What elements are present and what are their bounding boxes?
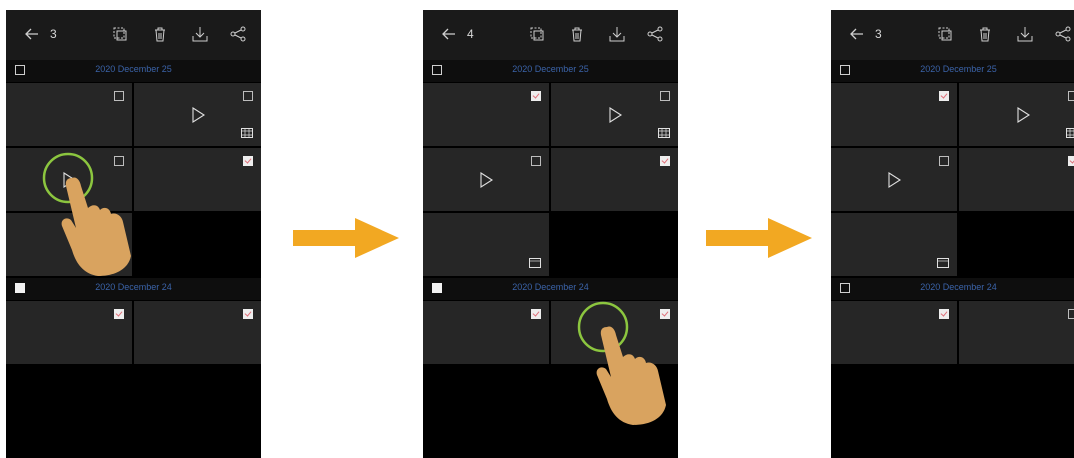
selected-count: 3 <box>50 27 57 41</box>
tile-checkbox[interactable] <box>243 156 253 166</box>
back-arrow-icon[interactable] <box>22 24 42 44</box>
media-tile[interactable] <box>423 213 549 276</box>
media-tile[interactable] <box>134 148 261 211</box>
selection-toolbar: 4 <box>423 10 678 60</box>
media-tile[interactable] <box>831 83 957 146</box>
date-section-header[interactable]: 2020 December 24 <box>831 278 1074 300</box>
selection-toolbar: 3 <box>831 10 1074 60</box>
date-section-header[interactable]: 2020 December 24 <box>6 278 261 300</box>
tile-checkbox[interactable] <box>531 309 541 319</box>
section-date-label: 2020 December 24 <box>95 282 172 292</box>
trash-icon[interactable] <box>567 24 587 44</box>
back-arrow-icon[interactable] <box>847 24 867 44</box>
download-icon[interactable] <box>1015 24 1035 44</box>
tile-checkbox[interactable] <box>660 156 670 166</box>
play-icon <box>1016 106 1030 123</box>
tile-checkbox[interactable] <box>1068 309 1074 319</box>
tile-checkbox[interactable] <box>939 156 949 166</box>
tile-checkbox[interactable] <box>531 91 541 101</box>
media-tile[interactable] <box>134 83 261 146</box>
media-tile[interactable] <box>831 148 957 211</box>
play-icon <box>888 171 902 188</box>
video-badge-icon <box>112 258 124 268</box>
date-section-header[interactable]: 2020 December 25 <box>6 60 261 82</box>
date-section-header[interactable]: 2020 December 24 <box>423 278 678 300</box>
media-tile[interactable] <box>6 301 132 364</box>
media-tile[interactable] <box>423 301 549 364</box>
media-tile[interactable] <box>6 148 132 211</box>
media-tile[interactable] <box>959 83 1074 146</box>
media-tile[interactable] <box>831 213 957 276</box>
tile-checkbox[interactable] <box>114 91 124 101</box>
date-section-header[interactable]: 2020 December 25 <box>423 60 678 82</box>
download-icon[interactable] <box>190 24 210 44</box>
step-arrow-icon <box>293 218 399 258</box>
tile-checkbox[interactable] <box>1068 156 1074 166</box>
section-date-label: 2020 December 25 <box>95 64 172 74</box>
tile-checkbox[interactable] <box>939 91 949 101</box>
share-icon[interactable] <box>228 24 248 44</box>
tile-checkbox[interactable] <box>114 309 124 319</box>
media-tile[interactable] <box>423 148 549 211</box>
video-badge-icon <box>937 258 949 268</box>
trash-icon[interactable] <box>975 24 995 44</box>
play-icon <box>608 106 622 123</box>
tile-checkbox[interactable] <box>114 156 124 166</box>
trash-icon[interactable] <box>150 24 170 44</box>
media-tile[interactable] <box>831 301 957 364</box>
section-date-label: 2020 December 25 <box>920 64 997 74</box>
back-arrow-icon[interactable] <box>439 24 459 44</box>
share-icon[interactable] <box>645 24 665 44</box>
copy-icon[interactable] <box>110 24 130 44</box>
video-badge-icon <box>658 128 670 138</box>
section-date-label: 2020 December 24 <box>512 282 589 292</box>
video-badge-icon <box>529 258 541 268</box>
copy-icon[interactable] <box>527 24 547 44</box>
phone-screen-step-2: 4 2020 December 25 2020 December 24 <box>423 10 678 458</box>
video-badge-icon <box>241 128 253 138</box>
media-tile[interactable] <box>551 83 678 146</box>
tile-checkbox[interactable] <box>660 91 670 101</box>
step-arrow-icon <box>706 218 812 258</box>
video-badge-icon <box>1066 128 1074 138</box>
tile-checkbox[interactable] <box>531 156 541 166</box>
selected-count: 4 <box>467 27 474 41</box>
media-tile[interactable] <box>551 301 678 364</box>
selection-toolbar: 3 <box>6 10 261 60</box>
media-tile[interactable] <box>959 301 1074 364</box>
media-tile[interactable] <box>134 301 261 364</box>
share-icon[interactable] <box>1053 24 1073 44</box>
play-icon <box>191 106 205 123</box>
media-tile[interactable] <box>423 83 549 146</box>
play-icon <box>63 171 77 188</box>
media-tile[interactable] <box>959 148 1074 211</box>
tile-checkbox[interactable] <box>939 309 949 319</box>
selected-count: 3 <box>875 27 882 41</box>
phone-screen-step-1: 3 2020 December 25 2020 December 24 <box>6 10 261 458</box>
section-date-label: 2020 December 25 <box>512 64 589 74</box>
play-icon <box>480 171 494 188</box>
date-section-header[interactable]: 2020 December 25 <box>831 60 1074 82</box>
tile-checkbox[interactable] <box>1068 91 1074 101</box>
tile-checkbox[interactable] <box>660 309 670 319</box>
media-tile[interactable] <box>6 83 132 146</box>
phone-screen-step-3: 3 2020 December 25 2020 December 24 <box>831 10 1074 458</box>
tile-checkbox[interactable] <box>243 309 253 319</box>
copy-icon[interactable] <box>935 24 955 44</box>
media-tile[interactable] <box>6 213 132 276</box>
tile-checkbox[interactable] <box>243 91 253 101</box>
download-icon[interactable] <box>607 24 627 44</box>
media-tile[interactable] <box>551 148 678 211</box>
section-date-label: 2020 December 24 <box>920 282 997 292</box>
